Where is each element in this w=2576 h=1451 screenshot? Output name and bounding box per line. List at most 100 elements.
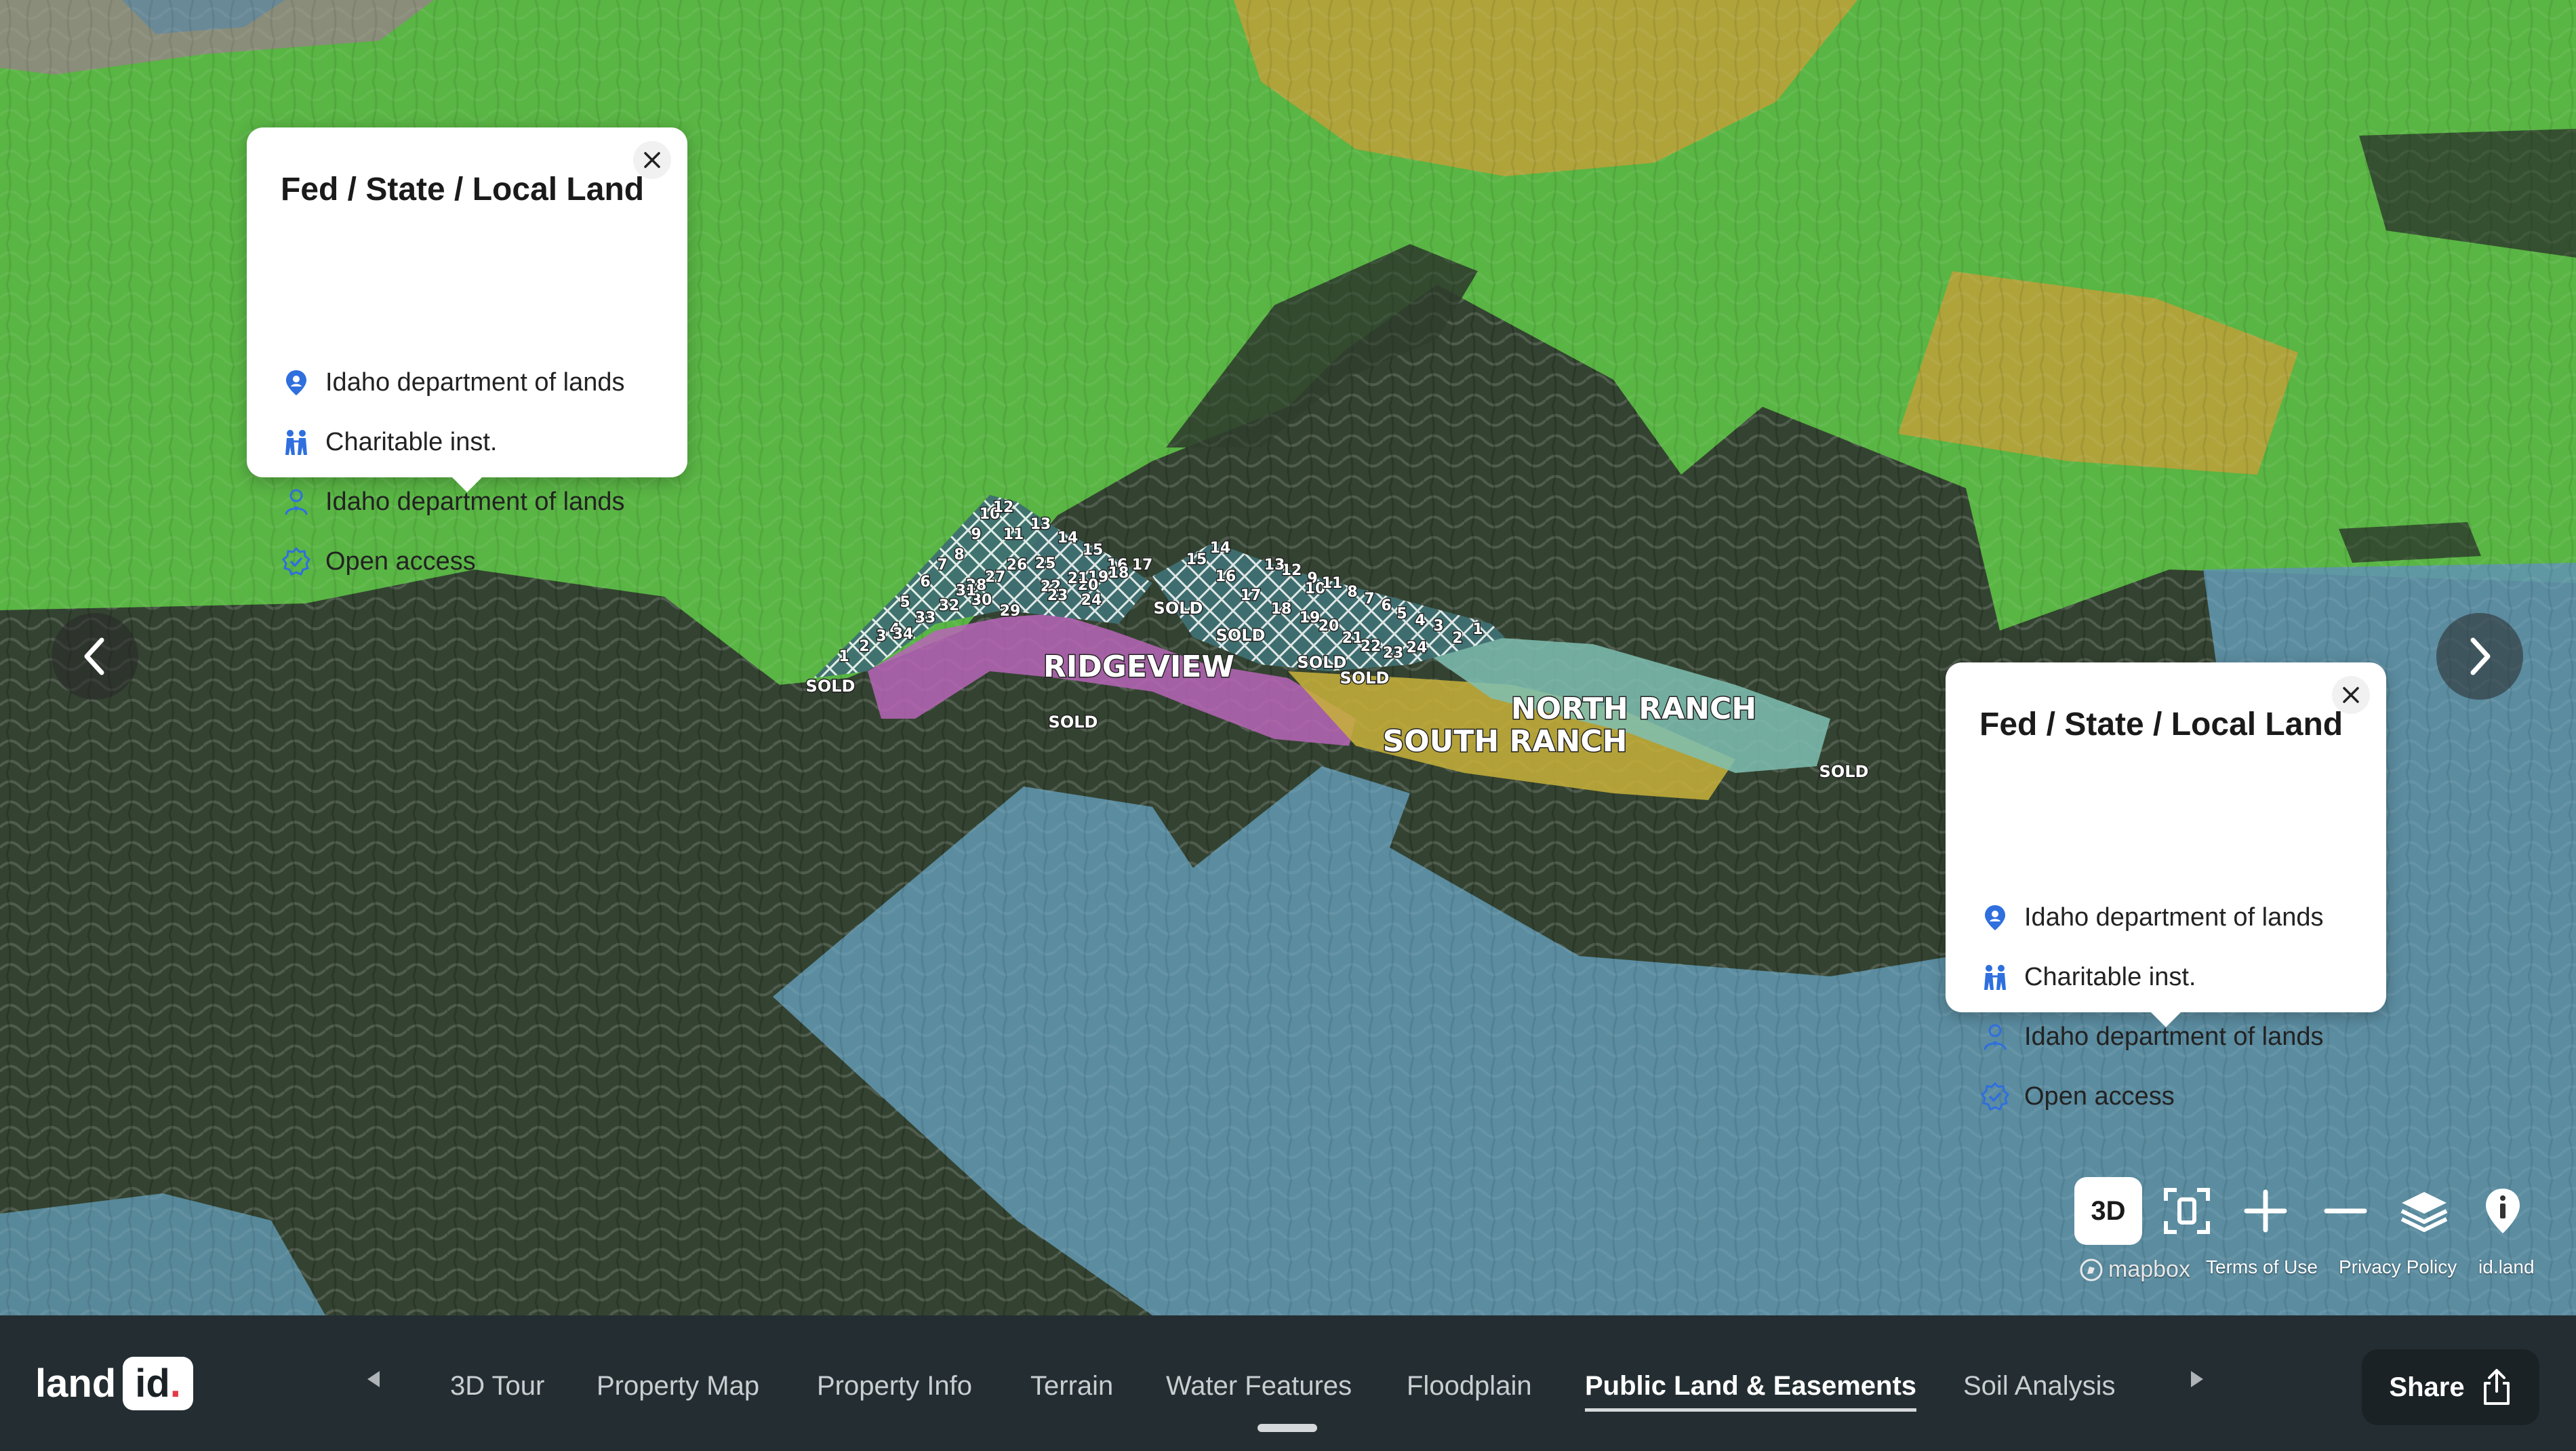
lot-number-label[interactable]: 3 xyxy=(1432,617,1445,636)
lot-number-label[interactable]: 12 xyxy=(992,498,1015,517)
sold-label: SOLD xyxy=(1049,713,1098,732)
close-icon xyxy=(2343,687,2359,703)
lot-number-label[interactable]: 15 xyxy=(1185,551,1208,570)
lot-number-label[interactable]: 18 xyxy=(1270,600,1293,619)
landid-logo[interactable]: land id. xyxy=(35,1351,193,1416)
lot-number-label[interactable]: 4 xyxy=(1414,612,1426,631)
3d-toggle-button[interactable]: 3D xyxy=(2074,1177,2142,1245)
lot-number-label[interactable]: 6 xyxy=(1380,597,1392,616)
access-text: Open access xyxy=(2024,1081,2175,1111)
manager-person-icon xyxy=(281,486,312,517)
lot-number-label[interactable]: 26 xyxy=(1005,556,1028,575)
info-button[interactable] xyxy=(2469,1177,2537,1245)
lot-number-label[interactable]: 8 xyxy=(1346,583,1359,602)
lot-number-label[interactable]: 29 xyxy=(999,602,1022,621)
tab-public-land-easements[interactable]: Public Land & Easements xyxy=(1585,1371,1917,1412)
lot-number-label[interactable]: 24 xyxy=(1405,639,1428,658)
lot-number-label[interactable]: 7 xyxy=(936,556,948,575)
sold-label: SOLD xyxy=(1154,599,1203,618)
popup-row: Charitable inst. xyxy=(1979,957,2196,997)
lot-number-label[interactable]: 16 xyxy=(1214,568,1237,587)
share-label: Share xyxy=(2389,1372,2465,1402)
lot-number-label[interactable]: 3 xyxy=(875,627,887,646)
lot-number-label[interactable]: 2 xyxy=(1451,629,1464,648)
tab-property-map[interactable]: Property Map xyxy=(597,1371,759,1402)
share-button[interactable]: Share xyxy=(2362,1349,2539,1425)
next-button[interactable] xyxy=(2436,613,2523,700)
lot-number-label[interactable]: 6 xyxy=(919,573,931,592)
lot-number-label[interactable]: 1 xyxy=(838,648,850,667)
sold-label: SOLD xyxy=(1340,669,1390,688)
lot-number-label[interactable]: 8 xyxy=(953,546,965,565)
tab-floodplain[interactable]: Floodplain xyxy=(1407,1371,1532,1402)
terms-link[interactable]: Terms of Use xyxy=(2206,1256,2318,1278)
chevron-right-icon xyxy=(2470,637,2491,675)
lot-number-label[interactable]: 33 xyxy=(914,609,937,628)
lot-number-label[interactable]: 14 xyxy=(1056,529,1079,548)
lot-number-label[interactable]: 1 xyxy=(1472,620,1484,639)
idland-link[interactable]: id.land xyxy=(2478,1256,2535,1278)
lot-number-label[interactable]: 17 xyxy=(1131,556,1154,575)
privacy-link[interactable]: Privacy Policy xyxy=(2339,1256,2457,1278)
access-text: Open access xyxy=(325,546,476,576)
lot-number-label[interactable]: 7 xyxy=(1363,590,1375,609)
charity-hands-icon xyxy=(281,426,312,458)
scroll-tabs-right-button[interactable] xyxy=(2190,1370,2205,1392)
lot-number-label[interactable]: 34 xyxy=(891,625,914,644)
sold-label: SOLD xyxy=(1297,653,1347,672)
fullscreen-button[interactable] xyxy=(2153,1177,2221,1245)
lot-number-label[interactable]: 13 xyxy=(1263,556,1286,575)
location-person-icon xyxy=(281,367,312,398)
lot-number-label[interactable]: 22 xyxy=(1359,637,1382,656)
zoom-out-button[interactable] xyxy=(2312,1177,2379,1245)
lot-number-label[interactable]: 2 xyxy=(858,637,870,656)
logo-id-box: id. xyxy=(123,1356,193,1410)
lot-number-label[interactable]: 23 xyxy=(1382,644,1405,663)
lot-number-label[interactable]: 15 xyxy=(1081,541,1104,560)
lot-number-label[interactable]: 13 xyxy=(1029,515,1052,534)
previous-button[interactable] xyxy=(52,613,138,700)
verified-badge-icon xyxy=(281,546,312,577)
lot-number-label[interactable]: 25 xyxy=(1034,555,1057,574)
charity-hands-icon xyxy=(1979,961,2011,993)
tab-water-features[interactable]: Water Features xyxy=(1166,1371,1352,1402)
scroll-tabs-left-button[interactable] xyxy=(366,1370,381,1392)
popup-row: Charitable inst. xyxy=(281,422,497,462)
logo-land-text: land xyxy=(35,1361,117,1406)
tab-property-info[interactable]: Property Info xyxy=(817,1371,972,1402)
north-ranch-label: NORTH RANCH xyxy=(1511,692,1756,726)
tab-terrain[interactable]: Terrain xyxy=(1030,1371,1113,1402)
scroll-handle[interactable] xyxy=(1257,1424,1317,1432)
layers-button[interactable] xyxy=(2390,1177,2458,1245)
lot-number-label[interactable]: 5 xyxy=(1396,605,1408,624)
south-ranch-label: SOUTH RANCH xyxy=(1383,724,1628,759)
logo-id-text: id xyxy=(135,1361,170,1406)
lot-number-label[interactable]: 21 xyxy=(1066,570,1089,589)
lot-number-label[interactable]: 19 xyxy=(1298,609,1321,628)
lot-number-label[interactable]: 14 xyxy=(1209,539,1232,558)
lot-number-label[interactable]: 23 xyxy=(1046,587,1069,605)
lot-number-label[interactable]: 20 xyxy=(1317,617,1340,636)
lot-number-label[interactable]: 18 xyxy=(1107,564,1130,583)
lot-number-label[interactable]: 32 xyxy=(938,597,961,616)
mapbox-logo[interactable]: mapbox xyxy=(2080,1256,2190,1283)
info-pin-icon xyxy=(2486,1189,2520,1233)
lot-number-label[interactable]: 11 xyxy=(1321,574,1344,593)
logo-dot: . xyxy=(169,1361,181,1406)
land-info-popup: Fed / State / Local Land Idaho departmen… xyxy=(1946,662,2386,1111)
zoom-in-button[interactable] xyxy=(2232,1177,2299,1245)
lot-number-label[interactable]: 17 xyxy=(1239,587,1262,605)
type-text: Charitable inst. xyxy=(325,427,498,456)
lot-number-label[interactable]: 24 xyxy=(1080,591,1103,610)
tab-soil-analysis[interactable]: Soil Analysis xyxy=(1963,1371,2116,1402)
lot-number-label[interactable]: 9 xyxy=(970,525,982,544)
lot-number-label[interactable]: 27 xyxy=(984,568,1007,587)
verified-badge-icon xyxy=(1979,1081,2011,1112)
lot-number-label[interactable]: 5 xyxy=(899,593,911,612)
type-text: Charitable inst. xyxy=(2024,962,2196,991)
tab-3d-tour[interactable]: 3D Tour xyxy=(450,1371,544,1402)
lot-number-label[interactable]: 11 xyxy=(1002,525,1025,544)
owner-text: Idaho department of lands xyxy=(325,367,625,397)
manager-person-icon xyxy=(1979,1021,2011,1052)
popup-title: Fed / State / Local Land xyxy=(281,172,645,207)
